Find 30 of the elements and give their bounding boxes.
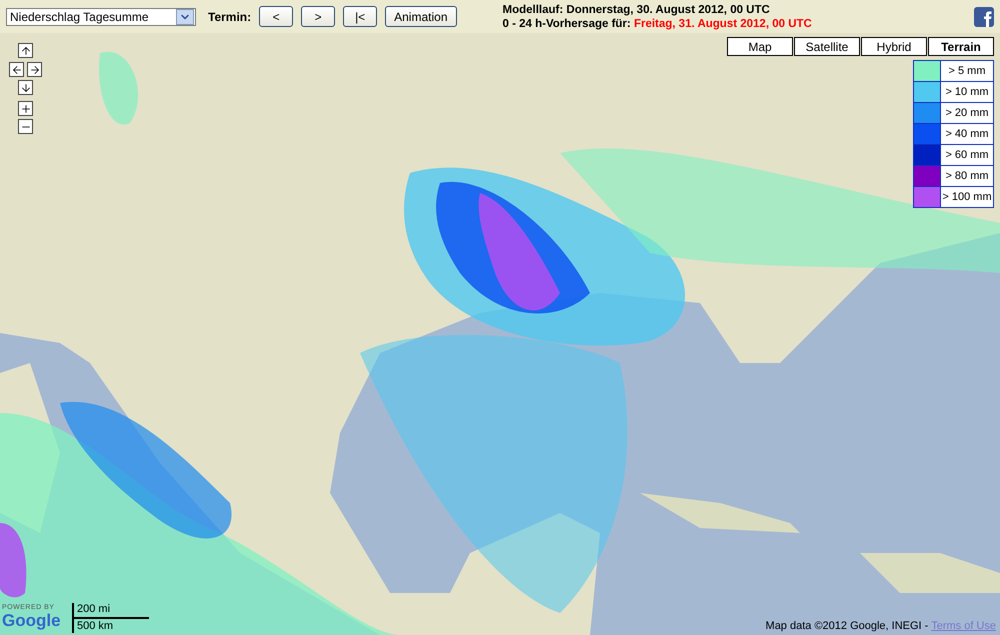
termin-label: Termin: <box>208 10 252 24</box>
step-button[interactable]: > <box>301 6 336 27</box>
product-select[interactable]: Niederschlag Tagesumme <box>6 8 196 26</box>
animation-button[interactable]: Animation <box>385 6 456 27</box>
zoom-in-icon[interactable] <box>18 101 33 116</box>
legend-label: > 60 mm <box>941 145 993 165</box>
zoom-out-icon[interactable] <box>18 119 33 134</box>
pan-left-icon[interactable] <box>9 62 24 77</box>
pan-down-icon[interactable] <box>18 80 33 95</box>
scale-miles: 200 mi <box>76 603 112 616</box>
map-type-button[interactable]: Map <box>727 37 793 56</box>
map-type-button[interactable]: Satellite <box>794 37 860 56</box>
scale-kilometers: 500 km <box>76 620 114 633</box>
legend-label: > 5 mm <box>941 61 993 81</box>
legend-label: > 10 mm <box>941 82 993 102</box>
legend-label: > 40 mm <box>941 124 993 144</box>
map-type-button[interactable]: Hybrid <box>861 37 927 56</box>
pan-up-icon[interactable] <box>18 43 33 58</box>
legend-label: > 100 mm <box>941 187 993 207</box>
step-button[interactable]: < <box>259 6 294 27</box>
forecast-text: 0 - 24 h-Vorhersage für: Freitag, 31. August 2012, 00 UTC <box>502 16 813 30</box>
map-type-button[interactable]: Terrain <box>928 37 994 56</box>
attribution-text: Map data ©2012 Google, INEGI - Terms of Use <box>766 620 996 632</box>
facebook-icon[interactable] <box>974 6 994 26</box>
legend-label: > 80 mm <box>941 166 993 186</box>
logo-text: Google <box>2 611 61 631</box>
step-button[interactable]: |< <box>343 6 378 27</box>
model-run-text: Modelllauf: Donnerstag, 30. August 2012, 00 UTC <box>502 2 771 16</box>
pan-right-icon[interactable] <box>27 62 42 77</box>
legend-label: > 20 mm <box>941 103 993 123</box>
